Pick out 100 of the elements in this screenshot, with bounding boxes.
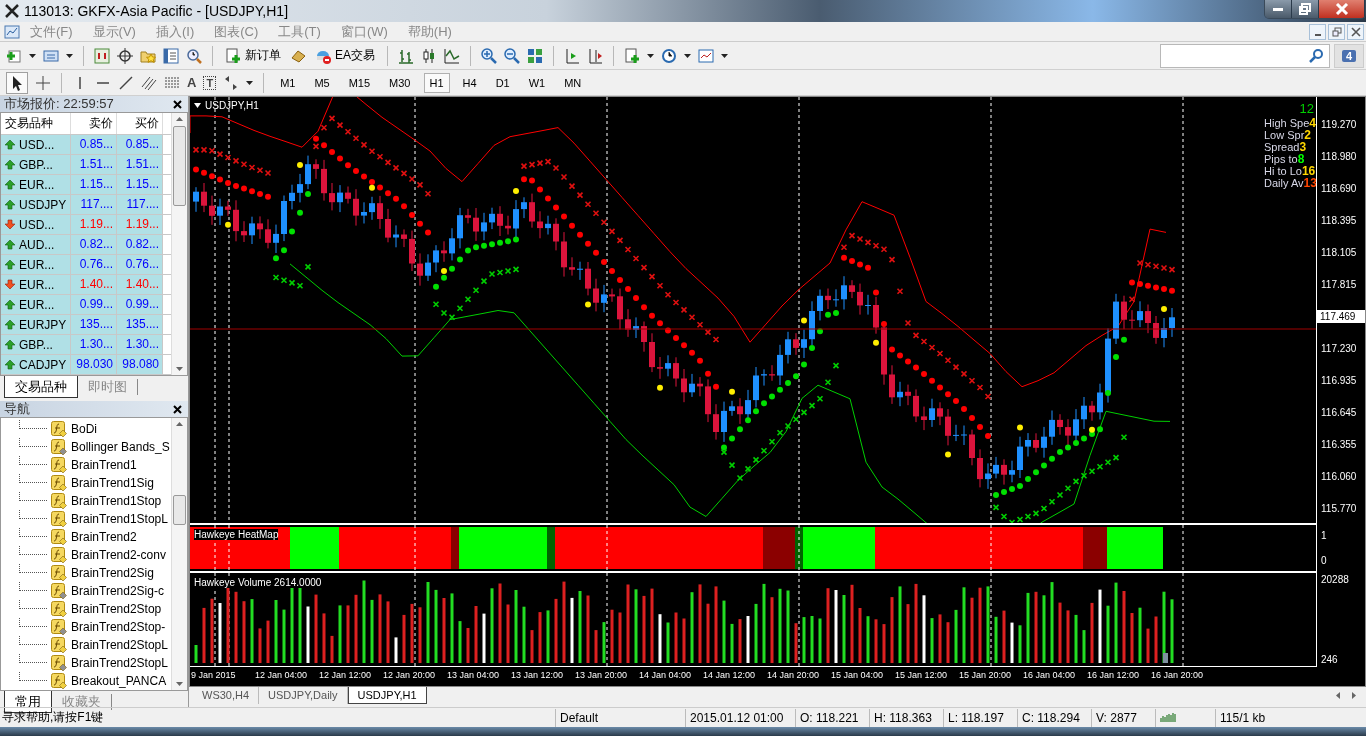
- timeframe-button[interactable]: M1: [274, 72, 302, 93]
- indicator-item[interactable]: BrainTrend1StopL: [71, 512, 168, 526]
- panel-title: 市场报价: 22:59:57: [4, 95, 114, 113]
- time-label: 15 Jan 12:00: [894, 670, 949, 680]
- panel-tab[interactable]: 交易品种: [4, 376, 78, 398]
- symbol-cell[interactable]: EUR...: [1, 275, 71, 294]
- ask-cell: 0.99...: [117, 295, 163, 314]
- axis-label: 20288: [1321, 574, 1350, 585]
- symbol-cell[interactable]: EUR...: [1, 295, 71, 314]
- time-label: 9 Jan 2015: [190, 670, 237, 680]
- indicator-item[interactable]: BrainTrend2-conv: [71, 548, 166, 562]
- low-price: L: 118.197: [943, 708, 1017, 727]
- bid-cell: 135....: [71, 315, 117, 334]
- bar-time: 2015.01.12 01:00: [685, 708, 795, 727]
- bid-cell: 0.76...: [71, 255, 117, 274]
- high-price: H: 118.363: [869, 708, 943, 727]
- timeframe-button[interactable]: W1: [522, 72, 552, 93]
- axis-label: 1: [1321, 530, 1328, 541]
- ask-cell: 1.40...: [117, 275, 163, 294]
- indicator-item[interactable]: BrainTrend1Stop: [71, 494, 162, 508]
- ask-cell: 1.30...: [117, 335, 163, 354]
- time-label: 15 Jan 20:00: [958, 670, 1013, 680]
- price-label: 116.645: [1320, 406, 1358, 420]
- bar-volume: V: 2877: [1091, 708, 1155, 727]
- indicator-item[interactable]: BrainTrend2Stop-: [71, 620, 166, 634]
- symbol-cell[interactable]: USDJPY: [1, 195, 71, 214]
- chart-tab[interactable]: USDJPY,H1: [347, 687, 427, 704]
- symbol-cell[interactable]: EUR...: [1, 255, 71, 274]
- bid-cell: 98.030: [71, 355, 117, 374]
- indicator-item[interactable]: Bollinger Bands_S: [71, 440, 170, 454]
- expert-advisors-button[interactable]: EA交易: [313, 45, 377, 66]
- chart-title: USDJPY,H1: [205, 100, 259, 111]
- symbol-cell[interactable]: GBP...: [1, 335, 71, 354]
- indicator-item[interactable]: BrainTrend2: [71, 530, 137, 544]
- time-label: 15 Jan 04:00: [830, 670, 885, 680]
- symbol-cell[interactable]: USD...: [1, 135, 71, 154]
- chart-tab[interactable]: WS30,H4: [193, 687, 260, 704]
- timeframe-button[interactable]: M15: [342, 72, 377, 93]
- ask-cell: 98.080: [117, 355, 163, 374]
- indicator-item[interactable]: BrainTrend1Sig: [71, 476, 154, 490]
- panel-title: 导航: [4, 400, 30, 418]
- indicator-title: Hawkeye HeatMap: [194, 529, 279, 540]
- indicator-item[interactable]: BoDi: [71, 422, 97, 436]
- timeframe-button[interactable]: M5: [308, 72, 336, 93]
- panel-tab[interactable]: 常用: [4, 691, 52, 713]
- info-value: 2: [1304, 129, 1312, 141]
- profile-name: Default: [555, 708, 685, 727]
- indicator-item[interactable]: BrainTrend2StopL: [71, 656, 168, 670]
- timeframe-button[interactable]: H1: [423, 72, 450, 93]
- price-label: 119.270: [1320, 118, 1358, 132]
- price-label: 116.355: [1320, 438, 1358, 452]
- price-label: 115.770: [1320, 502, 1358, 516]
- bid-cell: 0.82...: [71, 235, 117, 254]
- timeframe-button[interactable]: M30: [383, 72, 417, 93]
- ask-cell: 1.51...: [117, 155, 163, 174]
- info-label: High Spe: [1264, 117, 1310, 129]
- time-label: 16 Jan 04:00: [1022, 670, 1077, 680]
- notifications-button[interactable]: 4: [1334, 43, 1364, 68]
- symbol-cell[interactable]: AUD...: [1, 235, 71, 254]
- price-label: 118.105: [1320, 246, 1358, 260]
- indicator-item[interactable]: BrainTrend1: [71, 458, 137, 472]
- time-label: 12 Jan 20:00: [382, 670, 437, 680]
- ask-cell: 0.76...: [117, 255, 163, 274]
- info-value: 8: [1297, 153, 1305, 165]
- timeframe-button[interactable]: D1: [489, 72, 516, 93]
- new-order-button[interactable]: 新订单: [223, 45, 283, 66]
- time-label: 13 Jan 04:00: [446, 670, 501, 680]
- bid-cell: 0.99...: [71, 295, 117, 314]
- time-label: 14 Jan 12:00: [702, 670, 757, 680]
- traffic-info: 115/1 kb: [1215, 708, 1266, 727]
- indicator-item[interactable]: BrainTrend2Sig-c: [71, 584, 164, 598]
- price-label: 117.230: [1320, 342, 1358, 356]
- time-label: 13 Jan 12:00: [510, 670, 565, 680]
- text-tool[interactable]: A: [187, 75, 197, 90]
- symbol-cell[interactable]: GBP...: [1, 155, 71, 174]
- text-label-tool[interactable]: T: [203, 75, 217, 90]
- time-label: 14 Jan 04:00: [638, 670, 693, 680]
- indicator-title: Hawkeye Volume 2614.0000: [194, 577, 322, 588]
- chart-tab[interactable]: USDJPY,Daily: [259, 687, 348, 704]
- time-label: 13 Jan 20:00: [574, 670, 629, 680]
- indicator-item[interactable]: BrainTrend2Sig: [71, 566, 154, 580]
- indicator-item[interactable]: Breakout_PANCA: [71, 674, 167, 688]
- symbol-cell[interactable]: EURJPY: [1, 315, 71, 334]
- symbol-cell[interactable]: USD...: [1, 215, 71, 234]
- price-label: 116.060: [1320, 470, 1358, 484]
- axis-label: 246: [1321, 654, 1339, 665]
- indicator-item[interactable]: BrainTrend2Stop: [71, 602, 162, 616]
- price-label: 118.395: [1320, 214, 1358, 228]
- price-label: 117.815: [1320, 278, 1358, 292]
- info-label: Low Spr: [1264, 129, 1305, 141]
- timeframe-button[interactable]: MN: [558, 72, 588, 93]
- ask-cell: 0.85...: [117, 135, 163, 154]
- info-label: Pips to: [1264, 153, 1298, 165]
- info-value: 16: [1301, 165, 1316, 177]
- symbol-cell[interactable]: CADJPY: [1, 355, 71, 374]
- timeframe-button[interactable]: H4: [456, 72, 483, 93]
- ask-cell: 117....: [117, 195, 163, 214]
- indicator-item[interactable]: BrainTrend2StopL: [71, 638, 168, 652]
- symbol-cell[interactable]: EUR...: [1, 175, 71, 194]
- bid-cell: 1.40...: [71, 275, 117, 294]
